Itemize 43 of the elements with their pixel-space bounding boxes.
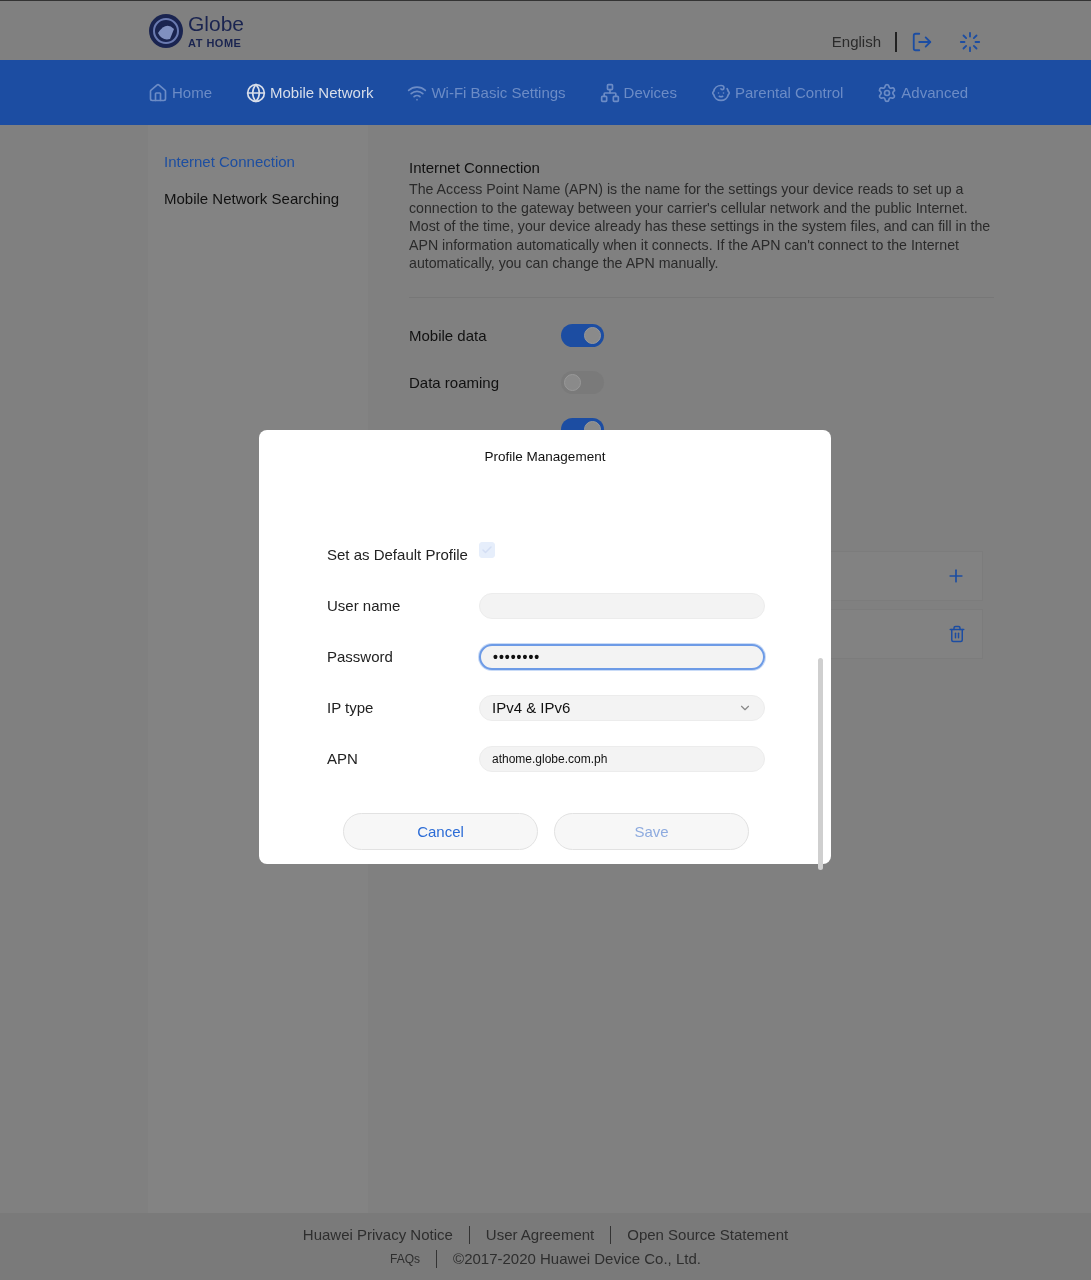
footer-link[interactable]: Open Source Statement (627, 1226, 789, 1243)
nav-tab[interactable]: Mobile Network (246, 82, 374, 103)
sidebar-item[interactable]: Mobile Network Searching (148, 190, 368, 207)
nav-icon (246, 82, 266, 103)
footer-link[interactable]: FAQs (390, 1251, 421, 1266)
footer-link[interactable]: Huawei Privacy Notice (302, 1226, 453, 1243)
dialog-title: Profile Management (483, 449, 607, 464)
nav-tab[interactable]: Home (148, 82, 212, 103)
field-label: IP type (327, 699, 375, 716)
toggle-switch[interactable] (561, 370, 604, 394)
logout-icon[interactable] (911, 30, 933, 53)
nav-icon (599, 82, 620, 103)
input-field[interactable]: •••••••• (479, 643, 765, 670)
nav-icon (148, 82, 168, 103)
field-label: Set as Default Profile (327, 546, 469, 563)
field-label: User name (327, 597, 402, 614)
field-label: APN (327, 750, 359, 767)
globe-logo-icon (148, 12, 184, 49)
logo-tagline: AT HOME (188, 37, 243, 49)
toggle-switch[interactable] (561, 323, 604, 347)
language-selector[interactable]: English (831, 33, 881, 50)
nav-tab[interactable]: Advanced (877, 82, 969, 103)
nav-tab[interactable]: Devices (599, 82, 677, 103)
section-title: Internet Connection (409, 159, 541, 176)
check-icon (481, 543, 493, 556)
scrollbar-thumb[interactable] (818, 658, 823, 870)
dialog-button[interactable]: Cancel (343, 813, 538, 850)
nav-tab[interactable]: Wi-Fi Basic Settings (407, 82, 566, 103)
section-description: The Access Point Name (APN) is the name for the settings your device reads to set up a connection to the gateway between your carrier's cellular network and the public Internet. Most of the time, your device already has these settings in the system files, and can fill in the APN information automatically when it connects. If the APN can't connect to the Internet automatically, you can change the APN manually. (409, 180, 994, 298)
switch-label: Data roaming (409, 373, 501, 391)
nav-icon (710, 82, 731, 103)
select-field[interactable]: IPv4 & IPv6 (479, 694, 765, 721)
trash-icon (948, 624, 966, 643)
nav-tab[interactable]: Parental Control (710, 82, 844, 103)
logo-name: Globe (188, 12, 245, 34)
sidebar-item[interactable]: Internet Connection (148, 153, 368, 170)
footer-link[interactable]: ©2017-2020 Huawei Device Co., Ltd. (453, 1250, 701, 1267)
loading-icon[interactable] (959, 30, 981, 53)
nav-icon (877, 82, 898, 103)
footer-link[interactable]: User Agreement (485, 1226, 595, 1243)
switch-label: Mobile data (409, 326, 488, 344)
field-label: Password (327, 648, 394, 665)
input-field[interactable]: athome.globe.com.ph (479, 745, 765, 772)
